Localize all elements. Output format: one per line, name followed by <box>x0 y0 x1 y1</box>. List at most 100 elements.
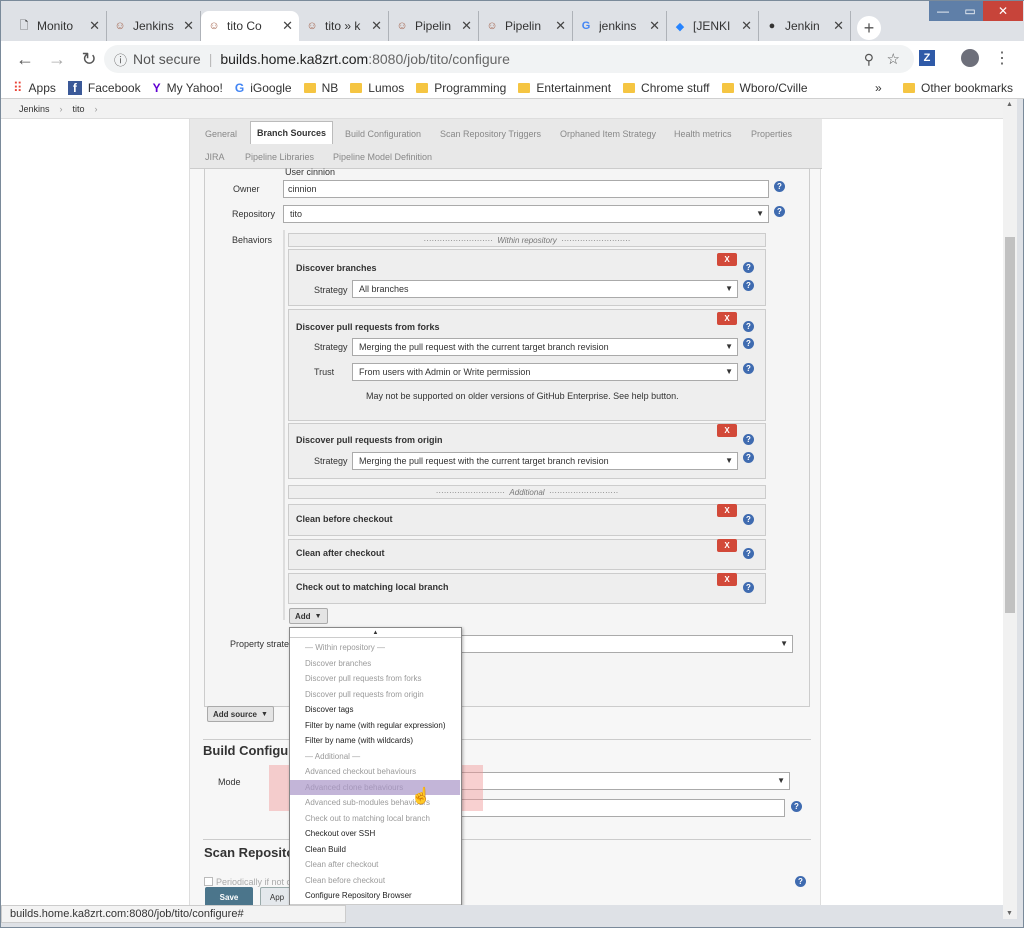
dropdown-item[interactable]: Clean Build <box>305 845 346 854</box>
tab-2[interactable]: ☺ tito Co ✕ <box>201 11 299 41</box>
tab-pipeline-libraries[interactable]: Pipeline Libraries <box>245 152 314 162</box>
help-icon[interactable]: ? <box>795 876 806 887</box>
remove-clean-before-button[interactable]: X <box>717 504 737 517</box>
help-icon[interactable]: ? <box>743 280 754 291</box>
dropdown-item[interactable]: Configure Repository Browser <box>305 891 412 900</box>
maximize-button[interactable]: ▭ <box>957 1 983 21</box>
close-tab-icon[interactable]: ✕ <box>741 18 752 34</box>
tab-general[interactable]: General <box>205 129 237 139</box>
tab-4[interactable]: ☺ Pipelin ✕ <box>389 11 479 41</box>
bookmark-item[interactable]: ⠿ Apps <box>13 80 56 96</box>
remove-discover-forks-button[interactable]: X <box>717 312 737 325</box>
repository-select[interactable]: tito ▼ <box>283 205 769 223</box>
scroll-up-arrow[interactable]: ▲ <box>290 628 461 638</box>
bookmark-item[interactable]: Y My Yahoo! <box>153 81 223 95</box>
mode-select[interactable]: ▼ <box>453 772 790 790</box>
owner-field[interactable]: cinnion <box>283 180 769 198</box>
close-tab-icon[interactable]: ✕ <box>183 18 194 34</box>
help-icon[interactable]: ? <box>743 321 754 332</box>
breadcrumb-jenkins[interactable]: Jenkins <box>19 104 50 114</box>
bookmark-item[interactable]: Entertainment <box>518 81 611 95</box>
help-icon[interactable]: ? <box>743 452 754 463</box>
bookmark-item[interactable]: Wboro/Cville <box>721 81 808 95</box>
profile-avatar[interactable] <box>961 49 979 67</box>
tab-branch-sources[interactable]: Branch Sources <box>250 121 334 144</box>
remove-discover-origin-button[interactable]: X <box>717 424 737 437</box>
dropdown-item[interactable]: Discover tags <box>305 705 353 714</box>
close-window-button[interactable]: ✕ <box>983 1 1023 21</box>
star-icon[interactable]: ☆ <box>887 50 900 68</box>
tab-health-metrics[interactable]: Health metrics <box>674 129 732 139</box>
tab-1[interactable]: ☺ Jenkins ✕ <box>107 11 201 41</box>
bookmark-item[interactable]: Lumos <box>350 81 404 95</box>
close-tab-icon[interactable]: ✕ <box>649 18 660 34</box>
close-tab-icon[interactable]: ✕ <box>371 18 382 34</box>
add-source-button[interactable]: Add source ▼ <box>207 706 274 722</box>
remove-discover-branches-button[interactable]: X <box>717 253 737 266</box>
help-icon[interactable]: ? <box>743 548 754 559</box>
help-owner-icon[interactable]: ? <box>774 181 785 192</box>
forward-button[interactable]: → <box>43 45 71 73</box>
add-behavior-button[interactable]: Add ▼ <box>289 608 328 624</box>
dropdown-item[interactable]: Filter by name (with wildcards) <box>305 736 413 745</box>
tab-5[interactable]: ☺ Pipelin ✕ <box>479 11 573 41</box>
tab-orphaned-item-strategy[interactable]: Orphaned Item Strategy <box>560 129 656 139</box>
help-icon[interactable]: ? <box>743 363 754 374</box>
help-icon[interactable]: ? <box>743 514 754 525</box>
tab-0[interactable]: 🗋 Monito ✕ <box>11 11 107 41</box>
extension-z-icon[interactable]: Z <box>919 50 935 66</box>
periodically-checkbox[interactable] <box>204 877 213 886</box>
tab-7[interactable]: ◆ [JENKI ✕ <box>667 11 759 41</box>
tab-pipeline-model-definition[interactable]: Pipeline Model Definition <box>333 152 432 162</box>
back-button[interactable]: ← <box>11 45 39 73</box>
tab-3[interactable]: ☺ tito » k ✕ <box>299 11 389 41</box>
scroll-up-icon[interactable]: ▲ <box>1006 101 1013 108</box>
tab-8[interactable]: ● Jenkin ✕ <box>759 11 851 41</box>
bookmarks-overflow-icon[interactable]: » <box>875 81 882 95</box>
tab-build-configuration[interactable]: Build Configuration <box>345 129 421 139</box>
close-tab-icon[interactable]: ✕ <box>89 18 100 34</box>
close-tab-icon[interactable]: ✕ <box>555 18 566 34</box>
dropdown-item[interactable]: Filter by name (with regular expression) <box>305 721 446 730</box>
origin-strategy-select[interactable]: Merging the pull request with the curren… <box>352 452 738 470</box>
bookmark-item[interactable]: GiGoogle <box>235 81 292 95</box>
help-icon[interactable]: ? <box>743 434 754 445</box>
close-tab-icon[interactable]: ✕ <box>833 18 844 34</box>
bookmarks-bar: ⠿ Apps f Facebook Y My Yahoo! GiGoogle NB Lumos P… <box>1 77 1024 99</box>
zoom-icon[interactable]: ⚲ <box>864 51 874 68</box>
remove-checkout-local-button[interactable]: X <box>717 573 737 586</box>
tab-6[interactable]: Gjenkins ✕ <box>573 11 667 41</box>
scroll-down-icon[interactable]: ▼ <box>1006 910 1013 917</box>
minimize-button[interactable]: — <box>929 1 957 21</box>
help-icon[interactable]: ? <box>791 801 802 812</box>
scrollbar-thumb[interactable] <box>1005 237 1015 613</box>
dropdown-item[interactable]: Checkout over SSH <box>305 829 375 838</box>
help-icon[interactable]: ? <box>743 262 754 273</box>
new-tab-button[interactable]: + <box>857 16 881 40</box>
help-icon[interactable]: ? <box>743 582 754 593</box>
bookmark-item[interactable]: Chrome stuff <box>623 81 710 95</box>
fork-strategy-select[interactable]: Merging the pull request with the curren… <box>352 338 738 356</box>
branch-strategy-select[interactable]: All branches ▼ <box>352 280 738 298</box>
script-path-field[interactable] <box>453 799 785 817</box>
breadcrumb-tito[interactable]: tito <box>73 104 85 114</box>
save-button[interactable]: Save <box>205 887 253 905</box>
info-icon[interactable]: ⓘ <box>114 50 127 69</box>
help-repository-icon[interactable]: ? <box>774 206 785 217</box>
close-tab-icon[interactable]: ✕ <box>461 18 472 34</box>
remove-clean-after-button[interactable]: X <box>717 539 737 552</box>
reload-button[interactable]: ↻ <box>75 45 103 73</box>
bookmark-item[interactable]: Programming <box>416 81 506 95</box>
other-bookmarks[interactable]: Other bookmarks <box>903 81 1013 95</box>
property-strategy-select[interactable]: ▼ <box>453 635 793 653</box>
tab-jira[interactable]: JIRA <box>205 152 225 162</box>
menu-icon[interactable]: ⋮ <box>994 48 1010 68</box>
bookmark-item[interactable]: NB <box>303 81 338 95</box>
close-tab-icon[interactable]: ✕ <box>282 18 293 34</box>
help-icon[interactable]: ? <box>743 338 754 349</box>
tab-scan-repository-triggers[interactable]: Scan Repository Triggers <box>440 129 541 139</box>
trust-select[interactable]: From users with Admin or Write permissio… <box>352 363 738 381</box>
tab-properties[interactable]: Properties <box>751 129 792 139</box>
bookmark-item[interactable]: f Facebook <box>67 80 141 95</box>
address-bar[interactable]: ⓘ Not secure | builds.home.ka8zrt.com:80… <box>104 45 914 73</box>
